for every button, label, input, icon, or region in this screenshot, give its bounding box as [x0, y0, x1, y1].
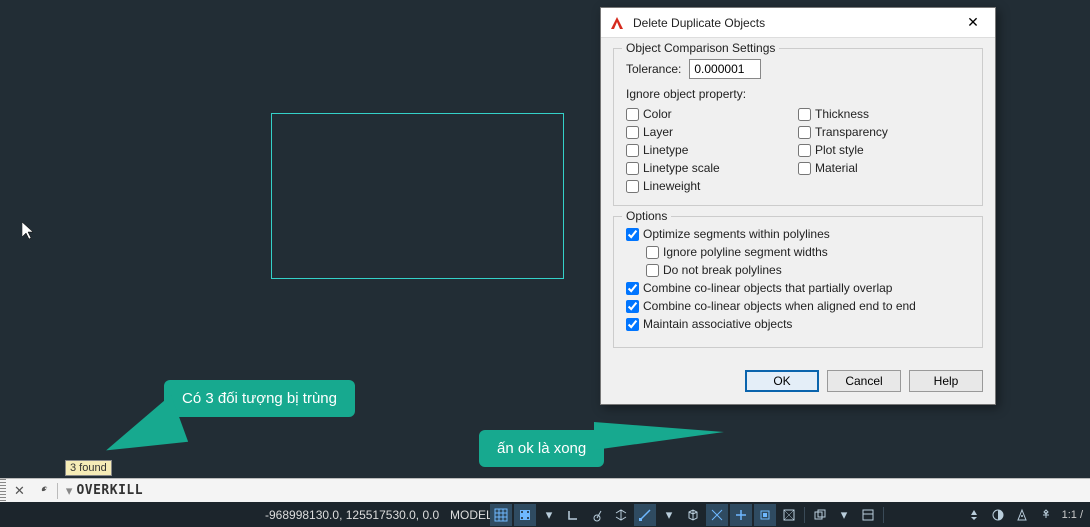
separator — [883, 507, 884, 523]
isodraft-icon[interactable] — [610, 504, 632, 526]
separator — [804, 507, 805, 523]
checkbox-label: Combine co-linear objects when aligned e… — [643, 299, 916, 313]
checkbox-label: Color — [643, 107, 672, 121]
checkbox-label: Ignore polyline segment widths — [663, 245, 828, 259]
checkbox-label: Optimize segments within polylines — [643, 227, 830, 241]
autocad-logo-icon — [609, 15, 625, 31]
checkbox-material[interactable]: Material — [798, 161, 970, 175]
checkbox-ignore-widths[interactable]: Ignore polyline segment widths — [646, 245, 970, 259]
checkbox-combine-overlap[interactable]: Combine co-linear objects that partially… — [626, 281, 970, 295]
checkbox-combine-end[interactable]: Combine co-linear objects when aligned e… — [626, 299, 970, 313]
checkbox-label: Transparency — [815, 125, 888, 139]
ok-button[interactable]: OK — [745, 370, 819, 392]
commandbar-history-icon[interactable]: ▾ — [62, 483, 77, 499]
checkbox-plotstyle[interactable]: Plot style — [798, 143, 970, 157]
osnap-icon[interactable] — [634, 504, 656, 526]
anno-visibility-icon[interactable] — [1011, 504, 1033, 526]
checkbox-input[interactable] — [798, 108, 811, 121]
dialog-title: Delete Duplicate Objects — [633, 16, 959, 30]
options-group: Options Optimize segments within polylin… — [613, 216, 983, 348]
transparency-icon[interactable] — [778, 504, 800, 526]
checkbox-input[interactable] — [626, 228, 639, 241]
checkbox-label: Maintain associative objects — [643, 317, 792, 331]
checkbox-input[interactable] — [626, 282, 639, 295]
checkbox-input[interactable] — [626, 108, 639, 121]
grid-icon[interactable] — [490, 504, 512, 526]
tolerance-input[interactable] — [689, 59, 761, 79]
statusbar-left-icons: ▾ ▾ ▾ — [490, 504, 886, 526]
polar-icon[interactable] — [586, 504, 608, 526]
cancel-button[interactable]: Cancel — [827, 370, 901, 392]
commandbar-grip[interactable] — [0, 479, 6, 502]
coordinates-readout[interactable]: -968998130.0, 125517530.0, 0.0 — [265, 508, 439, 522]
dialog-titlebar[interactable]: Delete Duplicate Objects ✕ — [601, 8, 995, 38]
checkbox-input[interactable] — [626, 144, 639, 157]
statusbar-right-icons: 1:1 / — [963, 504, 1086, 526]
checkbox-color[interactable]: Color — [626, 107, 798, 121]
checkbox-input[interactable] — [798, 162, 811, 175]
checkbox-label: Linetype scale — [643, 161, 720, 175]
separator — [57, 483, 58, 499]
help-button[interactable]: Help — [909, 370, 983, 392]
workspace-icon[interactable] — [987, 504, 1009, 526]
checkbox-label: Linetype — [643, 143, 688, 157]
scale-label[interactable]: 1:1 / — [1059, 509, 1086, 521]
commandbar-customize-icon[interactable] — [31, 484, 53, 498]
checkbox-input[interactable] — [626, 318, 639, 331]
ortho-icon[interactable] — [562, 504, 584, 526]
checkbox-linetype[interactable]: Linetype — [626, 143, 798, 157]
checkbox-label: Material — [815, 161, 858, 175]
dyninput-icon[interactable] — [730, 504, 752, 526]
lwt-icon[interactable] — [754, 504, 776, 526]
snap-dropdown-icon[interactable]: ▾ — [538, 504, 560, 526]
checkbox-label: Thickness — [815, 107, 869, 121]
checkbox-input[interactable] — [626, 126, 639, 139]
checkbox-label: Do not break polylines — [663, 263, 782, 277]
annoscale-icon[interactable] — [963, 504, 985, 526]
tolerance-label: Tolerance: — [626, 62, 681, 76]
checkbox-layer[interactable]: Layer — [626, 125, 798, 139]
status-bar: -968998130.0, 125517530.0, 0.0 MODEL ▾ ▾… — [0, 502, 1090, 527]
checkbox-input[interactable] — [626, 162, 639, 175]
osnap-dropdown-icon[interactable]: ▾ — [658, 504, 680, 526]
checkbox-optimize-segments[interactable]: Optimize segments within polylines — [626, 227, 970, 241]
checkbox-transparency[interactable]: Transparency — [798, 125, 970, 139]
found-tooltip: 3 found — [65, 460, 112, 476]
annotation-callout-1: Có 3 đối tượng bị trùng — [164, 380, 355, 417]
comparison-settings-group: Object Comparison Settings Tolerance: Ig… — [613, 48, 983, 206]
selection-cycling-icon[interactable] — [809, 504, 831, 526]
3dosnap-icon[interactable] — [682, 504, 704, 526]
checkbox-label: Layer — [643, 125, 673, 139]
autoscale-icon[interactable] — [1035, 504, 1057, 526]
checkbox-input[interactable] — [798, 144, 811, 157]
checkbox-thickness[interactable]: Thickness — [798, 107, 970, 121]
commandbar-close-icon[interactable]: ✕ — [8, 483, 31, 499]
mouse-cursor — [22, 222, 36, 240]
group-label: Options — [622, 209, 671, 223]
otrack-icon[interactable] — [706, 504, 728, 526]
annotation-callout-2: ấn ok là xong — [479, 430, 604, 467]
checkbox-input[interactable] — [646, 264, 659, 277]
checkbox-no-break[interactable]: Do not break polylines — [646, 263, 970, 277]
checkbox-maintain-assoc[interactable]: Maintain associative objects — [626, 317, 970, 331]
selected-rectangle[interactable] — [271, 113, 564, 279]
dialog-close-button[interactable]: ✕ — [959, 14, 987, 31]
checkbox-label: Lineweight — [643, 179, 700, 193]
ignore-label: Ignore object property: — [626, 87, 970, 101]
checkbox-input[interactable] — [646, 246, 659, 259]
command-text[interactable]: OVERKILL — [76, 483, 143, 498]
checkbox-linetype-scale[interactable]: Linetype scale — [626, 161, 798, 175]
checkbox-input[interactable] — [626, 300, 639, 313]
delete-duplicates-dialog: Delete Duplicate Objects ✕ Object Compar… — [600, 7, 996, 405]
snap-icon[interactable] — [514, 504, 536, 526]
checkbox-input[interactable] — [626, 180, 639, 193]
selection-dropdown-icon[interactable]: ▾ — [833, 504, 855, 526]
command-bar[interactable]: ✕ ▾ OVERKILL — [0, 478, 1090, 502]
checkbox-input[interactable] — [798, 126, 811, 139]
checkbox-label: Combine co-linear objects that partially… — [643, 281, 892, 295]
checkbox-label: Plot style — [815, 143, 864, 157]
group-label: Object Comparison Settings — [622, 41, 779, 55]
checkbox-lineweight[interactable]: Lineweight — [626, 179, 798, 193]
quickprops-icon[interactable] — [857, 504, 879, 526]
